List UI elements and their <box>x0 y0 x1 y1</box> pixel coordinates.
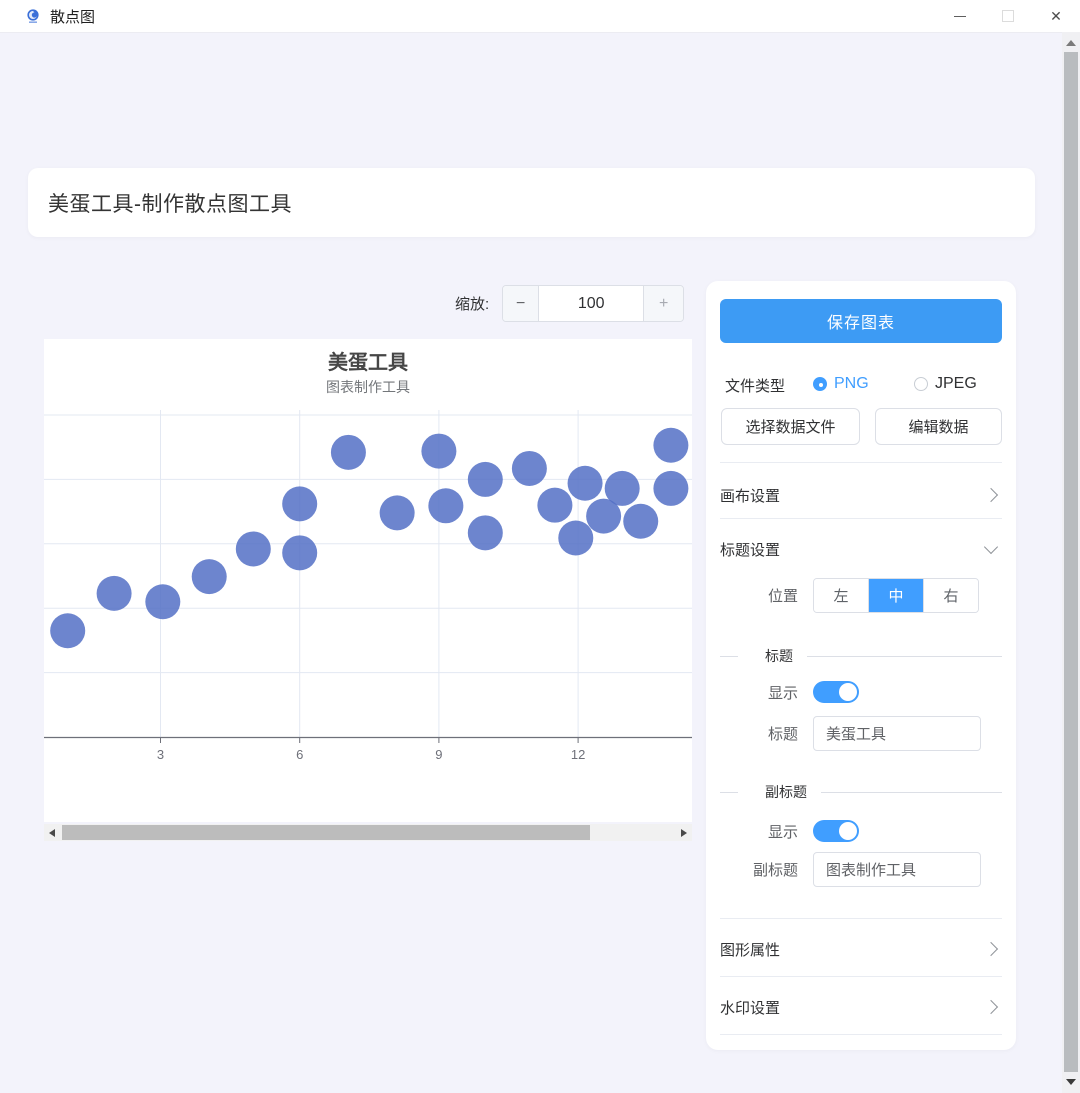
radio-unselected-icon <box>914 377 928 391</box>
show-label: 显示 <box>706 682 798 703</box>
window-controls: ✕ <box>936 0 1080 32</box>
radio-png-label: PNG <box>834 375 869 393</box>
title-input[interactable] <box>813 716 981 751</box>
title-show-toggle[interactable] <box>813 681 859 703</box>
svg-text:3: 3 <box>157 747 164 762</box>
title-input-row: 标题 <box>706 716 1002 751</box>
subtitle-show-row: 显示 <box>706 820 1002 842</box>
minimize-button[interactable] <box>936 0 984 32</box>
radio-jpeg-label: JPEG <box>935 375 977 393</box>
scatter-plot[interactable]: 3 6 9 12 <box>44 410 692 822</box>
titlebar: 散点图 ✕ <box>0 0 1080 33</box>
title-position-row: 位置 左 中 右 <box>706 578 1002 613</box>
title-field-label: 标题 <box>706 723 798 744</box>
vertical-scrollbar-thumb[interactable] <box>1064 52 1078 1072</box>
file-type-radio-png[interactable]: PNG <box>813 375 869 393</box>
section-title-settings[interactable]: 标题设置 <box>720 533 1002 565</box>
subtitle-input-row: 副标题 <box>706 852 1002 887</box>
edit-data-button[interactable]: 编辑数据 <box>875 408 1002 445</box>
chevron-down-icon <box>984 540 998 554</box>
minimize-icon <box>954 16 966 17</box>
zoom-input[interactable] <box>539 286 643 321</box>
position-left-option[interactable]: 左 <box>814 579 868 612</box>
page-title: 美蛋工具-制作散点图工具 <box>28 188 292 218</box>
show-label: 显示 <box>706 821 798 842</box>
position-right-option[interactable]: 右 <box>923 579 978 612</box>
position-segmented-control: 左 中 右 <box>813 578 979 613</box>
scroll-right-icon[interactable] <box>681 829 687 837</box>
save-chart-button[interactable]: 保存图表 <box>720 299 1002 343</box>
window-vertical-scrollbar[interactable] <box>1062 32 1080 1093</box>
chart-title: 美蛋工具 <box>44 346 692 375</box>
title-show-row: 显示 <box>706 681 1002 703</box>
divider <box>720 976 1002 977</box>
divider <box>720 1034 1002 1035</box>
position-label: 位置 <box>706 585 798 606</box>
maximize-icon <box>1002 10 1014 22</box>
maximize-button[interactable] <box>984 0 1032 32</box>
chart-horizontal-scrollbar[interactable] <box>44 824 692 841</box>
scroll-down-icon[interactable] <box>1066 1079 1076 1085</box>
file-type-label: 文件类型 <box>725 375 785 396</box>
horizontal-scrollbar-thumb[interactable] <box>62 825 590 840</box>
divider <box>720 918 1002 919</box>
section-canvas-settings[interactable]: 画布设置 <box>720 479 1002 511</box>
svg-text:9: 9 <box>435 747 442 762</box>
zoom-control: 缩放: − + <box>455 285 684 322</box>
chevron-right-icon <box>984 1000 998 1014</box>
close-button[interactable]: ✕ <box>1032 0 1080 32</box>
scroll-up-icon[interactable] <box>1066 40 1076 46</box>
title-divider-label: 标题 <box>765 646 793 666</box>
divider <box>720 518 1002 519</box>
zoom-out-button[interactable]: − <box>503 286 539 321</box>
svg-text:12: 12 <box>571 747 585 762</box>
section-watermark-settings[interactable]: 水印设置 <box>720 991 1002 1023</box>
subtitle-show-toggle[interactable] <box>813 820 859 842</box>
subtitle-group-divider: 副标题 <box>720 782 1002 802</box>
subtitle-input[interactable] <box>813 852 981 887</box>
position-center-option[interactable]: 中 <box>868 579 923 612</box>
section-shape-properties[interactable]: 图形属性 <box>720 933 1002 965</box>
settings-panel: 保存图表 文件类型 PNG JPEG 选择数据文件 编辑数据 画布设置 标题设置… <box>706 281 1016 1050</box>
file-type-radio-jpeg[interactable]: JPEG <box>914 375 977 393</box>
app-icon <box>25 8 41 24</box>
choose-data-file-button[interactable]: 选择数据文件 <box>721 408 860 445</box>
scroll-left-icon[interactable] <box>49 829 55 837</box>
zoom-stepper: − + <box>502 285 684 322</box>
app-window: 散点图 ✕ 美蛋工具-制作散点图工具 缩放: − + 美蛋工具 图表制作工具 3… <box>0 0 1080 1093</box>
chart-subtitle: 图表制作工具 <box>44 377 692 397</box>
divider <box>720 462 1002 463</box>
chart-card: 美蛋工具 图表制作工具 3 6 9 12 <box>44 339 692 822</box>
subtitle-divider-label: 副标题 <box>765 782 807 802</box>
zoom-in-button[interactable]: + <box>643 286 683 321</box>
radio-selected-icon <box>813 377 827 391</box>
chevron-right-icon <box>984 488 998 502</box>
title-group-divider: 标题 <box>720 646 1002 666</box>
chevron-right-icon <box>984 942 998 956</box>
svg-text:6: 6 <box>296 747 303 762</box>
window-title: 散点图 <box>50 6 95 27</box>
close-icon: ✕ <box>1050 9 1062 23</box>
subtitle-field-label: 副标题 <box>706 859 798 880</box>
page-title-card: 美蛋工具-制作散点图工具 <box>28 168 1035 237</box>
zoom-label: 缩放: <box>455 293 489 314</box>
